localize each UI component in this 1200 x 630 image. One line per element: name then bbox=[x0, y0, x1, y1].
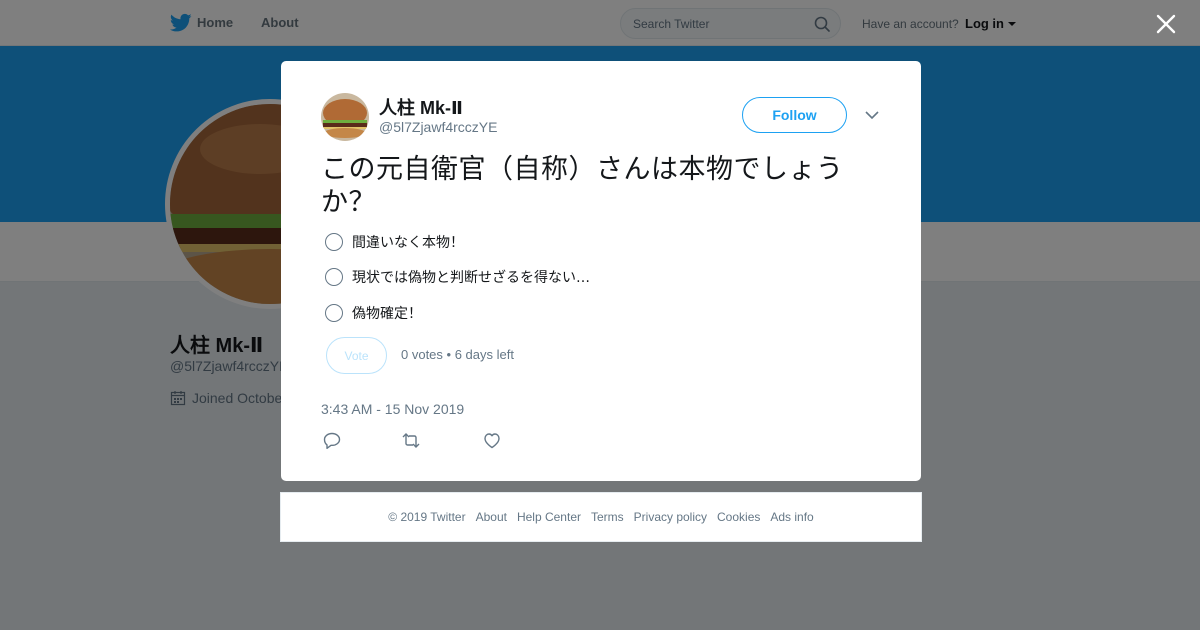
tweet-text: この元自衛官（自称）さんは本物でしょうか？ bbox=[321, 154, 844, 218]
retweet-icon[interactable] bbox=[402, 432, 420, 449]
footer-link-terms[interactable]: Terms bbox=[591, 510, 624, 524]
poll-option-3[interactable]: 偽物確定！ bbox=[325, 303, 422, 323]
modal-footer: © 2019 Twitter About Help Center Terms P… bbox=[280, 492, 922, 542]
footer-link-ads-info[interactable]: Ads info bbox=[770, 510, 813, 524]
footer-link-cookies[interactable]: Cookies bbox=[717, 510, 760, 524]
footer-link-about[interactable]: About bbox=[476, 510, 507, 524]
heart-icon[interactable] bbox=[483, 432, 501, 449]
footer-link-help-center[interactable]: Help Center bbox=[517, 510, 581, 524]
footer-link-privacy-policy[interactable]: Privacy policy bbox=[634, 510, 707, 524]
footer-copyright: © 2019 Twitter bbox=[388, 510, 466, 524]
poll-option-label: 偽物確定！ bbox=[352, 306, 422, 322]
tweet-modal: 人柱 Mk-Ⅱ @5l7Zjawf4rcczYE Follow この元自衛官（自… bbox=[281, 61, 921, 481]
poll-option-1[interactable]: 間違いなく本物！ bbox=[325, 232, 464, 252]
poll-radio[interactable] bbox=[325, 233, 343, 251]
burger-avatar-image bbox=[321, 93, 369, 141]
poll-option-2[interactable]: 現状では偽物と判断せざるを得ない… bbox=[325, 267, 590, 287]
reply-icon[interactable] bbox=[323, 432, 341, 449]
close-icon[interactable] bbox=[1154, 12, 1178, 36]
poll-option-label: 間違いなく本物！ bbox=[352, 235, 464, 251]
poll-radio[interactable] bbox=[325, 304, 343, 322]
chevron-down-icon[interactable] bbox=[864, 109, 880, 121]
poll-radio[interactable] bbox=[325, 268, 343, 286]
author-avatar[interactable] bbox=[321, 93, 369, 141]
author-name[interactable]: 人柱 Mk-Ⅱ bbox=[379, 94, 463, 120]
vote-button[interactable]: Vote bbox=[326, 337, 387, 374]
poll-meta: 0 votes • 6 days left bbox=[401, 347, 514, 362]
author-handle[interactable]: @5l7Zjawf4rcczYE bbox=[379, 119, 497, 135]
poll-option-label: 現状では偽物と判断せざるを得ない… bbox=[352, 270, 590, 286]
follow-button[interactable]: Follow bbox=[742, 97, 847, 133]
tweet-timestamp[interactable]: 3:43 AM - 15 Nov 2019 bbox=[321, 401, 464, 417]
